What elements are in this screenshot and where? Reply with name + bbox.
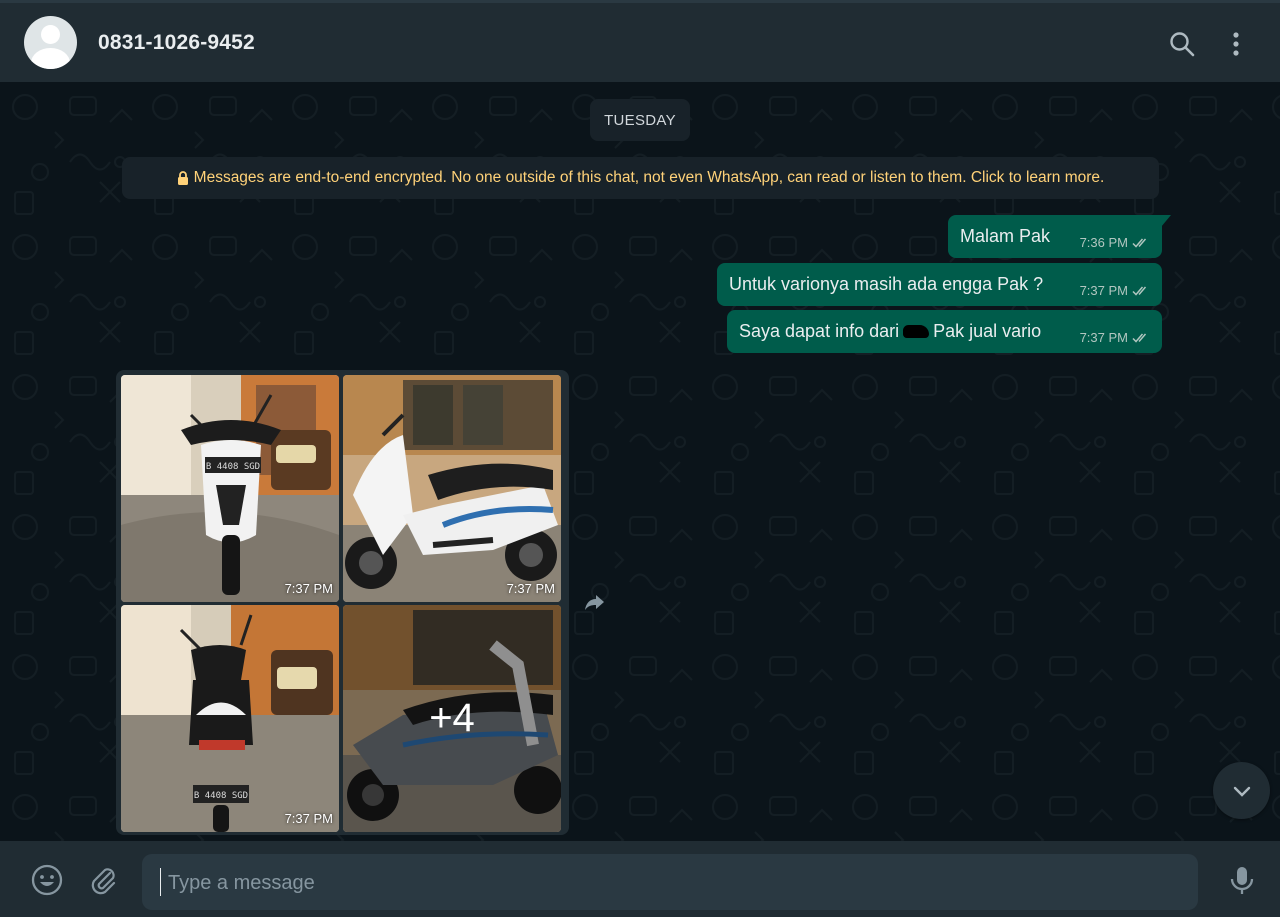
message-text: Malam Pak [960, 226, 1051, 246]
message-text-after: Pak jual vario [933, 321, 1042, 341]
photo-time: 7:37 PM [506, 581, 555, 596]
scooter-front-photo: B 4408 SGD [121, 375, 339, 602]
message-meta: 7:36 PM [1080, 235, 1150, 250]
photo-time: 7:37 PM [284, 811, 333, 826]
chat-header: 0831-1026-9452 [0, 0, 1280, 82]
message-input-box[interactable] [142, 854, 1202, 912]
search-icon[interactable] [1167, 29, 1197, 59]
album-photo-more[interactable]: +4 [343, 605, 561, 832]
message-text: Untuk varionya masih ada engga Pak ? [729, 274, 1044, 294]
photo-time: 7:37 PM [284, 581, 333, 596]
redacted-mark [903, 324, 930, 338]
scroll-to-bottom-button[interactable] [1213, 762, 1270, 819]
more-photos-count: +4 [343, 605, 561, 832]
message-meta: 7:37 PM [1080, 330, 1150, 345]
lock-icon [177, 171, 188, 185]
photo-album[interactable]: B 4408 SGD 7:37 PM 7:37 PM B 4408 SGD 7:… [116, 370, 569, 835]
emoji-icon[interactable] [30, 863, 64, 897]
message-bubble-out[interactable]: Saya dapat info dari Pak jual vario 7:37 … [727, 310, 1162, 353]
encryption-notice[interactable]: Messages are end-to-end encrypted. No on… [122, 157, 1159, 199]
avatar-body [31, 48, 70, 69]
message-time: 7:37 PM [1079, 283, 1128, 298]
contact-name[interactable]: 0831-1026-9452 [98, 31, 255, 55]
composer-bar [0, 841, 1280, 917]
microphone-icon[interactable] [1225, 863, 1259, 897]
message-input[interactable] [166, 854, 1202, 912]
double-check-icon [1132, 286, 1147, 296]
avatar[interactable] [24, 16, 77, 69]
album-photo[interactable]: B 4408 SGD 7:37 PM [121, 375, 339, 602]
album-photo[interactable]: B 4408 SGD 7:37 PM [121, 605, 339, 832]
message-bubble-out[interactable]: Untuk varionya masih ada engga Pak ? 7:3… [717, 263, 1162, 306]
double-check-icon [1132, 333, 1147, 343]
svg-text:B 4408 SGD: B 4408 SGD [206, 462, 260, 472]
bubble-tail [1161, 215, 1171, 227]
encryption-notice-text: Messages are end-to-end encrypted. No on… [193, 169, 1105, 186]
menu-icon[interactable] [1221, 29, 1251, 59]
double-check-icon [1132, 237, 1150, 249]
scooter-rear-photo: B 4408 SGD [121, 605, 339, 832]
message-text-before: Saya dapat info dari [739, 321, 900, 341]
message-time: 7:37 PM [1079, 330, 1128, 345]
attach-icon[interactable] [86, 863, 120, 897]
svg-text:B 4408 SGD: B 4408 SGD [194, 791, 248, 801]
message-bubble-out[interactable]: Malam Pak 7:36 PM [948, 215, 1171, 258]
text-caret [160, 868, 161, 896]
message-text: Saya dapat info dari Pak jual vario [739, 321, 1041, 342]
scooter-side-photo [343, 375, 561, 602]
message-time: 7:36 PM [1079, 235, 1128, 250]
avatar-head [41, 25, 60, 44]
chat-panel[interactable]: TUESDAY Messages are end-to-end encrypte… [0, 82, 1280, 841]
forward-icon[interactable] [582, 589, 608, 615]
message-meta: 7:37 PM [1080, 283, 1150, 298]
chevron-down-icon [1233, 786, 1250, 797]
date-divider: TUESDAY [590, 99, 690, 141]
album-photo[interactable]: 7:37 PM [343, 375, 561, 602]
